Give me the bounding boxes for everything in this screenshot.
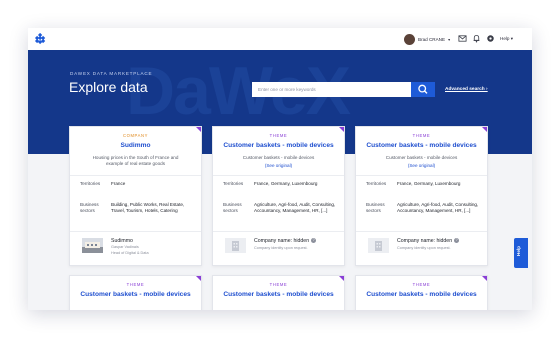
chevron-down-icon: ▾ bbox=[448, 36, 451, 42]
see-original-link[interactable]: (See original) bbox=[213, 163, 344, 168]
dataset-card[interactable]: THEME Customer baskets - mobile devices bbox=[69, 275, 202, 310]
territories-value: France bbox=[111, 181, 126, 186]
divider bbox=[356, 175, 487, 176]
dataset-card[interactable]: COMPANY Sudimmo Housing prices in the So… bbox=[69, 126, 202, 266]
territories-label: Territories bbox=[366, 181, 387, 186]
card-tag: THEME bbox=[412, 282, 431, 287]
avatar bbox=[404, 33, 415, 45]
card-corner-marker bbox=[482, 127, 487, 132]
hidden-company-icon bbox=[225, 238, 246, 253]
provider-thumbnail bbox=[82, 238, 103, 253]
sectors-value: Building, Public Works, Real Estate, Tra… bbox=[111, 202, 185, 214]
card-corner-marker bbox=[196, 127, 201, 132]
territories-label: Territories bbox=[80, 181, 101, 186]
provider-note: Company identity upon request. bbox=[397, 246, 451, 250]
sectors-label: Business sectors bbox=[366, 202, 385, 214]
advanced-search-link[interactable]: Advanced search › bbox=[445, 87, 488, 92]
card-tag: THEME bbox=[126, 282, 145, 287]
top-bar: Brad CRANE ▾ Help ▾ bbox=[28, 28, 532, 51]
bell-icon[interactable] bbox=[472, 34, 481, 43]
user-name: Brad CRANE bbox=[418, 36, 446, 42]
sectors-value: Agriculture, Agri-food, Audit, Consultin… bbox=[397, 202, 479, 214]
provider-name: Sudimmo bbox=[111, 238, 133, 244]
provider-note: Company identity upon request. bbox=[254, 246, 308, 250]
dataset-card[interactable]: THEME Customer baskets - mobile devices bbox=[212, 275, 345, 310]
provider-role: Head of Digital & Data bbox=[111, 251, 149, 255]
card-description: Housing prices in the South of France an… bbox=[92, 155, 179, 167]
territories-label: Territories bbox=[223, 181, 244, 186]
help-tab-label: Help bbox=[516, 246, 521, 256]
card-description: Customer baskets - mobile devices bbox=[242, 155, 315, 160]
help-tab[interactable]: Help bbox=[514, 238, 528, 268]
card-title[interactable]: Customer baskets - mobile devices bbox=[213, 142, 344, 149]
provider-name: Company name: hidden? bbox=[397, 238, 460, 244]
see-original-link[interactable]: (See original) bbox=[356, 163, 487, 168]
territories-value: France, Germany, Luxembourg bbox=[397, 181, 461, 186]
mail-icon[interactable] bbox=[458, 34, 467, 43]
card-corner-marker bbox=[339, 127, 344, 132]
user-menu[interactable]: Brad CRANE ▾ bbox=[404, 33, 450, 45]
divider bbox=[356, 231, 487, 232]
divider bbox=[70, 231, 201, 232]
card-corner-marker bbox=[339, 276, 344, 281]
info-icon[interactable]: ? bbox=[454, 238, 460, 244]
search-button[interactable] bbox=[411, 82, 435, 97]
settings-icon[interactable] bbox=[486, 34, 495, 43]
dataset-card[interactable]: THEME Customer baskets - mobile devices … bbox=[355, 126, 488, 266]
card-tag: THEME bbox=[269, 133, 288, 138]
card-tag: THEME bbox=[412, 133, 431, 138]
card-title[interactable]: Customer baskets - mobile devices bbox=[70, 291, 201, 298]
card-title[interactable]: Customer baskets - mobile devices bbox=[213, 291, 344, 298]
page-title: Explore data bbox=[69, 79, 148, 95]
search-input[interactable] bbox=[252, 82, 412, 97]
divider bbox=[70, 175, 201, 176]
help-menu[interactable]: Help ▾ bbox=[500, 36, 513, 42]
info-icon[interactable]: ? bbox=[311, 238, 317, 244]
provider-person: Gaspar Vadinais bbox=[111, 245, 139, 249]
dataset-card[interactable]: THEME Customer baskets - mobile devices … bbox=[212, 126, 345, 266]
card-corner-marker bbox=[482, 276, 487, 281]
app-window: Brad CRANE ▾ Help ▾ DaWeX DAWEX DATA MAR… bbox=[28, 28, 532, 310]
sectors-label: Business sectors bbox=[80, 202, 99, 214]
divider bbox=[213, 231, 344, 232]
sectors-value: Agriculture, Agri-food, Audit, Consultin… bbox=[254, 202, 336, 214]
card-title[interactable]: Sudimmo bbox=[70, 142, 201, 149]
card-tag: THEME bbox=[269, 282, 288, 287]
provider-name: Company name: hidden? bbox=[254, 238, 317, 244]
hidden-company-icon bbox=[368, 238, 389, 253]
divider bbox=[213, 175, 344, 176]
territories-value: France, Germany, Luxembourg bbox=[254, 181, 318, 186]
card-description: Customer baskets - mobile devices bbox=[385, 155, 458, 160]
logo-icon[interactable] bbox=[34, 33, 46, 45]
card-title[interactable]: Customer baskets - mobile devices bbox=[356, 291, 487, 298]
dataset-card[interactable]: THEME Customer baskets - mobile devices bbox=[355, 275, 488, 310]
card-tag: COMPANY bbox=[122, 133, 149, 138]
eyebrow-label: DAWEX DATA MARKETPLACE bbox=[70, 71, 153, 76]
search-icon bbox=[418, 84, 428, 94]
sectors-label: Business sectors bbox=[223, 202, 242, 214]
card-corner-marker bbox=[196, 276, 201, 281]
card-title[interactable]: Customer baskets - mobile devices bbox=[356, 142, 487, 149]
